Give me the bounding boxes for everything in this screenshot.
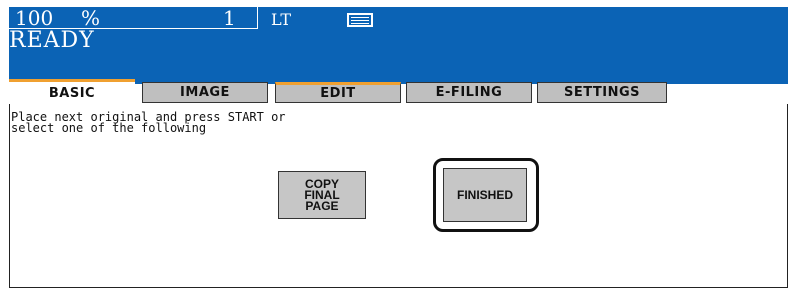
zoom-unit: % (81, 6, 101, 30)
paper-size: LT (271, 10, 291, 29)
copies-count: 1 (223, 6, 236, 30)
zoom-value: 100 (15, 6, 54, 30)
main-panel: Place next original and press START or s… (9, 104, 788, 288)
instruction-message: Place next original and press START or s… (11, 110, 286, 135)
tab-image[interactable]: IMAGE (142, 82, 268, 103)
tab-settings[interactable]: SETTINGS (537, 82, 667, 103)
tab-basic[interactable]: BASIC (9, 79, 135, 105)
status-divider (257, 7, 258, 29)
tab-bar: BASIC IMAGE EDIT E-FILING SETTINGS (9, 79, 788, 105)
machine-status: READY (9, 28, 95, 53)
tab-e-filing[interactable]: E-FILING (406, 82, 532, 103)
copy-final-page-button[interactable]: COPY FINAL PAGE (278, 171, 366, 219)
paper-tray-icon (347, 13, 373, 27)
copier-screen: 100 % 1 LT READY BASIC IMAGE EDIT E-FILI… (0, 0, 797, 301)
status-header: 100 % 1 LT READY (9, 7, 788, 84)
finished-button[interactable]: FINISHED (443, 168, 527, 222)
tab-edit[interactable]: EDIT (275, 82, 401, 103)
